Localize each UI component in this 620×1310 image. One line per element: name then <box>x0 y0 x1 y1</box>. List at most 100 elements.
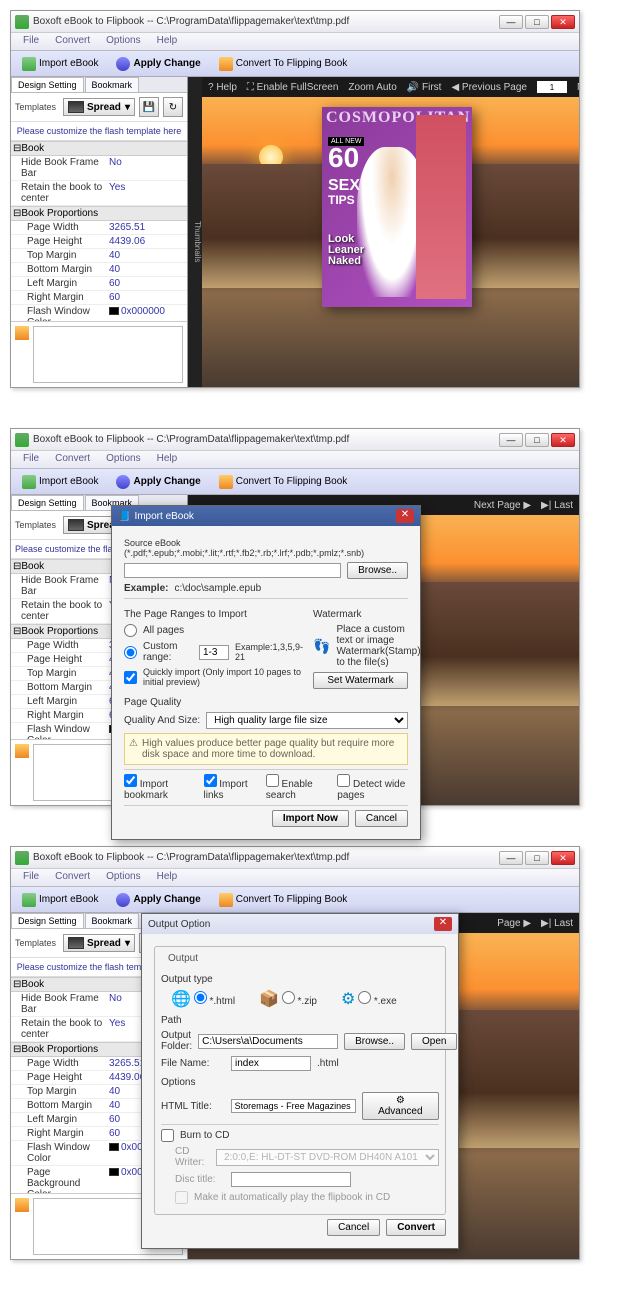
advanced-button[interactable]: ⚙ Advanced <box>362 1092 439 1120</box>
import-links-checkbox[interactable] <box>204 774 217 787</box>
exe-radio[interactable] <box>358 991 371 1004</box>
quality-select[interactable]: High quality large file size <box>206 712 408 729</box>
thumbnails-bar[interactable]: Thumbnails <box>188 77 202 387</box>
close-button[interactable]: ✕ <box>551 851 575 865</box>
maximize-button[interactable]: □ <box>525 851 549 865</box>
tab-design-setting[interactable]: Design Setting <box>11 77 84 92</box>
set-watermark-button[interactable]: Set Watermark <box>313 672 408 689</box>
customize-link[interactable]: Please customize the flash template here <box>11 122 187 141</box>
tab-bookmark[interactable]: Bookmark <box>85 77 140 92</box>
dialog-close-button[interactable]: ✕ <box>396 509 414 523</box>
template-spread-button[interactable]: Spread▾ <box>63 98 135 116</box>
prop-row[interactable]: Top Margin40 <box>11 249 187 263</box>
detect-wide-checkbox[interactable] <box>337 774 350 787</box>
prop-value[interactable]: 0x000000 <box>107 305 187 321</box>
next-page-button[interactable]: Next Page ▶ <box>577 82 579 93</box>
prop-row[interactable]: Right Margin60 <box>11 291 187 305</box>
tab-bookmark[interactable]: Bookmark <box>85 913 140 928</box>
prop-value[interactable]: 4439.06 <box>107 235 187 248</box>
burn-cd-checkbox[interactable] <box>161 1129 174 1142</box>
minimize-button[interactable]: — <box>499 15 523 29</box>
convert-button[interactable]: Convert To Flipping Book <box>212 890 355 910</box>
prop-value[interactable]: No <box>107 156 187 180</box>
prop-value[interactable]: 3265.51 <box>107 221 187 234</box>
cancel-button[interactable]: Cancel <box>355 810 408 827</box>
prop-row[interactable]: Hide Book Frame BarNo <box>11 156 187 181</box>
filename-input[interactable] <box>231 1056 311 1071</box>
output-folder-input[interactable] <box>198 1034 338 1049</box>
prop-value[interactable]: 60 <box>107 291 187 304</box>
zoom-button[interactable]: Zoom Auto <box>348 82 396 93</box>
template-spread-button[interactable]: Spread▾ <box>63 934 135 952</box>
prop-row[interactable]: Retain the book to centerYes <box>11 181 187 206</box>
menu-convert[interactable]: Convert <box>47 33 98 50</box>
menu-file[interactable]: File <box>15 451 47 468</box>
last-page-button[interactable]: ▶| Last <box>541 500 573 511</box>
next-page-button[interactable]: Page ▶ <box>497 918 531 929</box>
save-template-button[interactable]: 💾 <box>139 97 159 117</box>
tab-design-setting[interactable]: Design Setting <box>11 913 84 928</box>
prop-value[interactable]: 40 <box>107 263 187 276</box>
apply-change-button[interactable]: Apply Change <box>109 472 207 492</box>
menu-options[interactable]: Options <box>98 451 148 468</box>
source-input[interactable] <box>124 563 341 578</box>
maximize-button[interactable]: □ <box>525 15 549 29</box>
prop-value[interactable]: 40 <box>107 249 187 262</box>
prop-value[interactable]: Yes <box>107 181 187 205</box>
convert-button[interactable]: Convert To Flipping Book <box>212 472 355 492</box>
apply-change-button[interactable]: Apply Change <box>109 890 207 910</box>
html-radio[interactable] <box>194 991 207 1004</box>
custom-range-radio[interactable] <box>124 646 137 659</box>
browse-button[interactable]: Browse.. <box>347 562 408 579</box>
cancel-button[interactable]: Cancel <box>327 1219 380 1236</box>
page-input[interactable] <box>537 81 567 93</box>
open-button[interactable]: Open <box>411 1033 457 1050</box>
html-title-input[interactable] <box>231 1099 356 1113</box>
convert-button[interactable]: Convert <box>386 1219 446 1236</box>
tab-design-setting[interactable]: Design Setting <box>11 495 84 510</box>
dialog-close-button[interactable]: ✕ <box>434 917 452 931</box>
fullscreen-button[interactable]: ⛶ Enable FullScreen <box>247 82 339 93</box>
menu-convert[interactable]: Convert <box>47 451 98 468</box>
prop-value[interactable]: 60 <box>107 277 187 290</box>
prop-category[interactable]: ⊟Book <box>11 141 187 156</box>
zip-radio[interactable] <box>282 991 295 1004</box>
help-button[interactable]: ? Help <box>208 82 237 93</box>
menu-options[interactable]: Options <box>98 869 148 886</box>
minimize-button[interactable]: — <box>499 433 523 447</box>
minimize-button[interactable]: — <box>499 851 523 865</box>
close-button[interactable]: ✕ <box>551 433 575 447</box>
maximize-button[interactable]: □ <box>525 433 549 447</box>
prop-row[interactable]: Page Width3265.51 <box>11 221 187 235</box>
import-now-button[interactable]: Import Now <box>272 810 349 827</box>
import-ebook-button[interactable]: Import eBook <box>15 54 105 74</box>
menu-file[interactable]: File <box>15 869 47 886</box>
prop-row[interactable]: Page Height4439.06 <box>11 235 187 249</box>
menu-options[interactable]: Options <box>98 33 148 50</box>
import-bookmark-checkbox[interactable] <box>124 774 137 787</box>
menu-help[interactable]: Help <box>149 869 186 886</box>
close-button[interactable]: ✕ <box>551 15 575 29</box>
convert-button[interactable]: Convert To Flipping Book <box>212 54 355 74</box>
next-page-button[interactable]: Next Page ▶ <box>474 500 531 511</box>
menu-help[interactable]: Help <box>149 451 186 468</box>
browse-button[interactable]: Browse.. <box>344 1033 405 1050</box>
prop-category[interactable]: ⊟Book Proportions <box>11 206 187 221</box>
all-pages-radio[interactable] <box>124 624 137 637</box>
magazine-cover[interactable]: COSMOPOLITAN ALL NEW 60 SEX TIPS Look Le… <box>322 107 472 307</box>
refresh-template-button[interactable]: ↻ <box>163 97 183 117</box>
quick-import-checkbox[interactable] <box>124 671 137 684</box>
prev-page-button[interactable]: ◀ Previous Page <box>451 82 527 93</box>
range-input[interactable] <box>199 645 229 660</box>
last-page-button[interactable]: ▶| Last <box>541 918 573 929</box>
prop-row[interactable]: Flash Window Color0x000000 <box>11 305 187 321</box>
menu-help[interactable]: Help <box>149 33 186 50</box>
import-ebook-button[interactable]: Import eBook <box>15 890 105 910</box>
enable-search-checkbox[interactable] <box>266 774 279 787</box>
prop-row[interactable]: Left Margin60 <box>11 277 187 291</box>
sound-first-button[interactable]: 🔊 First <box>407 82 442 93</box>
menu-file[interactable]: File <box>15 33 47 50</box>
apply-change-button[interactable]: Apply Change <box>109 54 207 74</box>
prop-row[interactable]: Bottom Margin40 <box>11 263 187 277</box>
import-ebook-button[interactable]: Import eBook <box>15 472 105 492</box>
